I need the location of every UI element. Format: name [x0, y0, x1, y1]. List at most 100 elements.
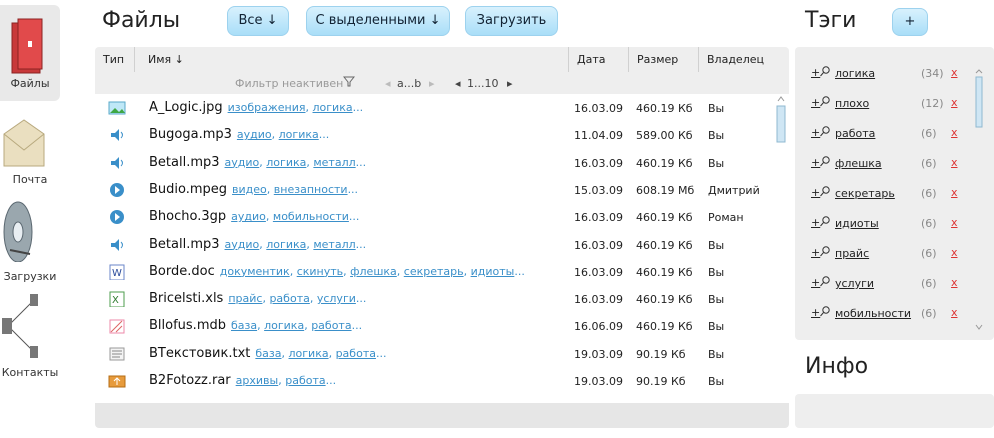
file-tag-link[interactable]: изображения: [228, 101, 306, 114]
tag-delete-icon[interactable]: x: [951, 216, 958, 229]
alpha-prev-icon[interactable]: ◂: [385, 77, 391, 90]
file-tag-link[interactable]: работа: [311, 319, 351, 332]
table-row[interactable]: Bhocho.3gp аудио, мобильности... 16.03.09 4…: [95, 205, 773, 232]
file-tag-link[interactable]: аудио: [231, 210, 266, 223]
upload-button[interactable]: Загрузить: [465, 6, 558, 36]
table-row[interactable]: Bllofus.mdb база, логика, работа... 16.06.…: [95, 314, 773, 341]
file-tag-link[interactable]: работа: [285, 374, 325, 387]
file-tag-link[interactable]: архивы: [236, 374, 279, 387]
file-tag-link[interactable]: металл: [313, 156, 355, 169]
file-name-cell[interactable]: Betall.mp3 аудио, логика, металл...: [149, 237, 366, 252]
file-name-cell[interactable]: Bugoga.mp3 аудио, логика...: [149, 127, 329, 142]
table-row[interactable]: B2Fotozz.rar архивы, работа... 19.03.09 90.…: [95, 369, 773, 396]
num-prev-icon[interactable]: ◂: [455, 77, 461, 90]
tag-add-icon[interactable]: +: [811, 216, 831, 229]
filter-icon[interactable]: [342, 75, 356, 90]
tag-add-icon[interactable]: +: [811, 276, 831, 289]
file-name[interactable]: Bricelsti.xls: [149, 291, 223, 306]
table-row[interactable]: Budio.mpeg видео, внезапности... 15.03.09 6…: [95, 178, 773, 205]
tag-delete-icon[interactable]: x: [951, 126, 958, 139]
file-tag-link[interactable]: аудио: [237, 128, 272, 141]
file-tag-link[interactable]: металл: [313, 238, 355, 251]
tag-name[interactable]: прайс: [835, 247, 869, 260]
table-row[interactable]: Betall.mp3 аудио, логика, металл... 16.03.…: [95, 233, 773, 260]
file-tag-link[interactable]: работа: [269, 292, 309, 305]
all-button[interactable]: Все ↓: [227, 6, 289, 36]
tag-name[interactable]: идиоты: [835, 217, 879, 230]
file-name-cell[interactable]: Betall.mp3 аудио, логика, металл...: [149, 155, 366, 170]
tag-delete-icon[interactable]: x: [951, 66, 958, 79]
file-name-cell[interactable]: A_Logic.jpg изображения, логика...: [149, 100, 363, 115]
tag-add-icon[interactable]: +: [811, 246, 831, 259]
tag-name[interactable]: логика: [835, 67, 875, 80]
file-name[interactable]: Borde.doc: [149, 264, 215, 279]
tag-delete-icon[interactable]: x: [951, 186, 958, 199]
file-tag-link[interactable]: логика: [266, 156, 306, 169]
file-tag-link[interactable]: мобильности: [273, 210, 349, 223]
file-name[interactable]: Betall.mp3: [149, 155, 220, 170]
file-name[interactable]: BТекстовик.txt: [149, 346, 250, 361]
file-tag-link[interactable]: аудио: [225, 156, 260, 169]
tag-delete-icon[interactable]: x: [951, 276, 958, 289]
tag-name[interactable]: секретарь: [835, 187, 895, 200]
file-tag-link[interactable]: база: [231, 319, 257, 332]
tag-delete-icon[interactable]: x: [951, 246, 958, 259]
file-tag-link[interactable]: скинуть: [297, 265, 343, 278]
file-name-cell[interactable]: BТекстовик.txt база, логика, работа...: [149, 346, 386, 361]
tag-add-icon[interactable]: +: [811, 186, 831, 199]
file-name[interactable]: Bhocho.3gp: [149, 209, 226, 224]
file-name[interactable]: Betall.mp3: [149, 237, 220, 252]
file-tag-link[interactable]: видео: [232, 183, 267, 196]
file-tag-link[interactable]: база: [255, 347, 281, 360]
column-owner[interactable]: Владелец: [699, 47, 789, 72]
file-tag-link[interactable]: логика: [289, 347, 329, 360]
file-tag-link[interactable]: внезапности: [274, 183, 348, 196]
file-tag-link[interactable]: аудио: [225, 238, 260, 251]
file-tag-link[interactable]: флешка: [350, 265, 397, 278]
table-row[interactable]: X Bricelsti.xls прайс, работа, услуги... 16…: [95, 287, 773, 314]
file-name-cell[interactable]: Bricelsti.xls прайс, работа, услуги...: [149, 291, 366, 306]
num-pager[interactable]: 1...10: [467, 77, 499, 90]
nav-item-mail[interactable]: Почта: [0, 110, 60, 190]
nav-item-files[interactable]: Файлы: [0, 5, 60, 101]
file-name[interactable]: Bllofus.mdb: [149, 318, 226, 333]
file-tag-link[interactable]: секретарь: [404, 265, 464, 278]
with-selected-button[interactable]: С выделенными ↓: [306, 6, 450, 36]
tag-delete-icon[interactable]: x: [951, 156, 958, 169]
tag-add-icon[interactable]: +: [811, 96, 831, 109]
column-size[interactable]: Размер: [629, 47, 699, 72]
file-tag-link[interactable]: логика: [264, 319, 304, 332]
table-row[interactable]: Betall.mp3 аудио, логика, металл... 16.03.…: [95, 151, 773, 178]
file-tag-link[interactable]: услуги: [317, 292, 356, 305]
alpha-next-icon[interactable]: ▸: [429, 77, 435, 90]
file-name-cell[interactable]: Budio.mpeg видео, внезапности...: [149, 182, 358, 197]
column-name[interactable]: Имя ↓: [140, 47, 569, 72]
vertical-scrollbar[interactable]: [775, 95, 787, 438]
num-next-icon[interactable]: ▸: [507, 77, 513, 90]
file-name[interactable]: B2Fotozz.rar: [149, 373, 231, 388]
column-type[interactable]: Тип: [95, 47, 135, 72]
file-tag-link[interactable]: идиоты: [471, 265, 515, 278]
file-name-cell[interactable]: Bllofus.mdb база, логика, работа...: [149, 318, 362, 333]
add-tag-button[interactable]: +: [892, 8, 928, 36]
tag-add-icon[interactable]: +: [811, 306, 831, 319]
tag-name[interactable]: работа: [835, 127, 875, 140]
tag-name[interactable]: мобильности: [835, 307, 911, 320]
table-row[interactable]: W Borde.doc документик, скинуть, флешка, с…: [95, 260, 773, 287]
tag-add-icon[interactable]: +: [811, 126, 831, 139]
file-name[interactable]: Bugoga.mp3: [149, 127, 232, 142]
table-row[interactable]: BТекстовик.txt база, логика, работа... 19.…: [95, 342, 773, 369]
tag-add-icon[interactable]: +: [811, 156, 831, 169]
filter-status[interactable]: Фильтр неактивен: [235, 77, 343, 90]
file-tag-link[interactable]: логика: [266, 238, 306, 251]
tag-delete-icon[interactable]: x: [951, 306, 958, 319]
column-date[interactable]: Дата: [569, 47, 629, 72]
tag-add-icon[interactable]: +: [811, 66, 831, 79]
nav-item-downloads[interactable]: Загрузки: [0, 196, 60, 286]
file-name-cell[interactable]: Borde.doc документик, скинуть, флешка, се…: [149, 264, 525, 279]
file-name[interactable]: Budio.mpeg: [149, 182, 227, 197]
table-row[interactable]: Bugoga.mp3 аудио, логика... 11.04.09 589.00…: [95, 123, 773, 150]
file-tag-link[interactable]: прайс: [228, 292, 262, 305]
file-name-cell[interactable]: B2Fotozz.rar архивы, работа...: [149, 373, 336, 388]
file-tag-link[interactable]: работа: [336, 347, 376, 360]
